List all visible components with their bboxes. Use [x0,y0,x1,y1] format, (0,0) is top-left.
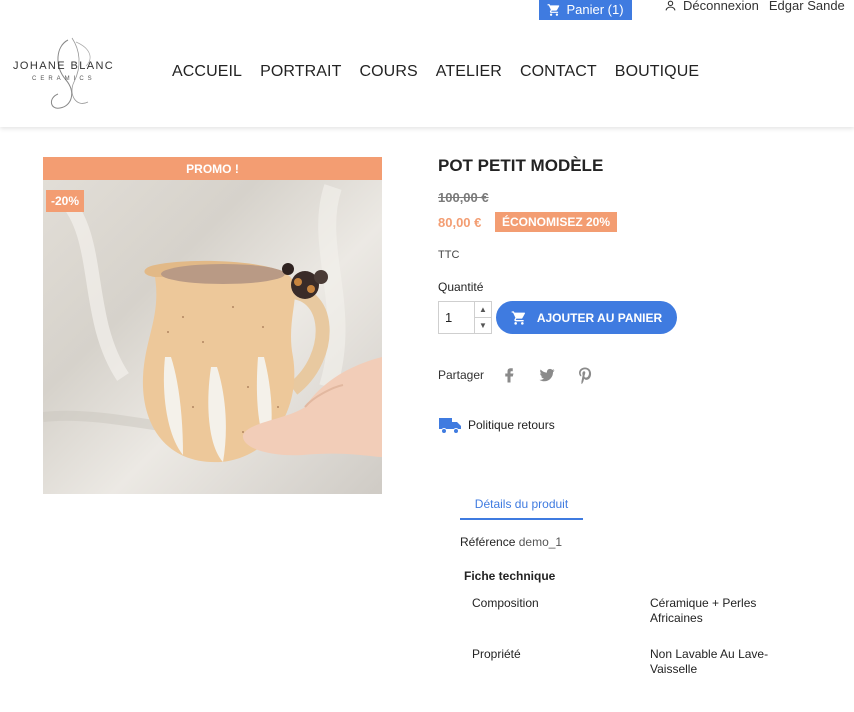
quantity-up-button[interactable]: ▲ [475,302,491,318]
logout-link[interactable]: Déconnexion [683,0,759,13]
user-links: Déconnexion Edgar Sande [664,0,845,14]
add-to-cart-label: AJOUTER AU PANIER [536,310,663,325]
add-to-cart-button[interactable]: AJOUTER AU PANIER [496,301,677,334]
current-price: 80,00 € [438,215,482,230]
product-image[interactable]: PROMO ! -20% [43,157,382,494]
facebook-icon[interactable] [500,366,518,384]
share-label: Partager [438,368,485,382]
tab-product-details[interactable]: Détails du produit [460,497,583,520]
cart-button[interactable]: Panier (1) [539,0,632,20]
account-link[interactable]: Edgar Sande [769,0,845,13]
reference-label: Référence [460,535,516,549]
quantity-stepper: ▲ ▼ [438,301,492,334]
pinterest-icon[interactable] [576,366,594,384]
product-title: POT PETIT MODÈLE [438,156,604,175]
regular-price: 100,00 € [438,190,489,205]
reference-value: demo_1 [518,535,563,549]
discount-badge: ÉCONOMISEZ 20% [495,212,618,232]
feature-value: Céramique + Perles Africaines [650,596,757,625]
nav-item-contact[interactable]: CONTACT [520,63,597,81]
logo-swirl-icon [51,37,91,109]
share-row: Partager [438,366,594,384]
truck-icon [439,418,461,434]
nav-item-atelier[interactable]: ATELIER [436,63,502,81]
nav-item-accueil[interactable]: ACCUEIL [172,63,242,81]
tax-label: TTC [438,249,460,261]
main-nav: ACCUEIL PORTRAIT COURS ATELIER CONTACT B… [172,63,699,81]
nav-item-portrait[interactable]: PORTRAIT [260,63,341,81]
pitcher-illustration [43,184,382,463]
quantity-input[interactable] [439,302,474,333]
cart-icon [511,310,525,325]
returns-policy[interactable]: Politique retours [438,415,555,435]
feature-name: Composition [472,596,539,610]
nav-item-boutique[interactable]: BOUTIQUE [615,63,699,81]
cart-icon [548,4,560,16]
promo-flag: PROMO ! [43,157,382,180]
product-reference: Référence demo_1 [460,535,562,549]
twitter-icon[interactable] [538,366,556,384]
logo-subtitle: CERAMICS [32,76,96,82]
logo-text: JOHANE BLANC [13,60,115,72]
chevron-up-icon: ▲ [479,305,487,314]
site-header: Panier (1) Déconnexion Edgar Sande JOHAN… [0,0,854,127]
discount-flag: -20% [46,190,85,212]
returns-label: Politique retours [468,418,555,432]
feature-value: Non Lavable Au Lave-Vaisselle [650,647,769,676]
chevron-down-icon: ▼ [479,321,487,330]
feature-name: Propriété [472,647,521,661]
product-photo [43,157,382,494]
quantity-label: Quantité [438,280,484,294]
nav-item-cours[interactable]: COURS [359,63,417,81]
quantity-down-button[interactable]: ▼ [475,318,491,333]
cart-label: Panier (1) [566,2,624,17]
site-logo[interactable]: JOHANE BLANC CERAMICS [10,36,132,112]
user-icon [665,0,676,10]
features-title: Fiche technique [464,569,556,583]
